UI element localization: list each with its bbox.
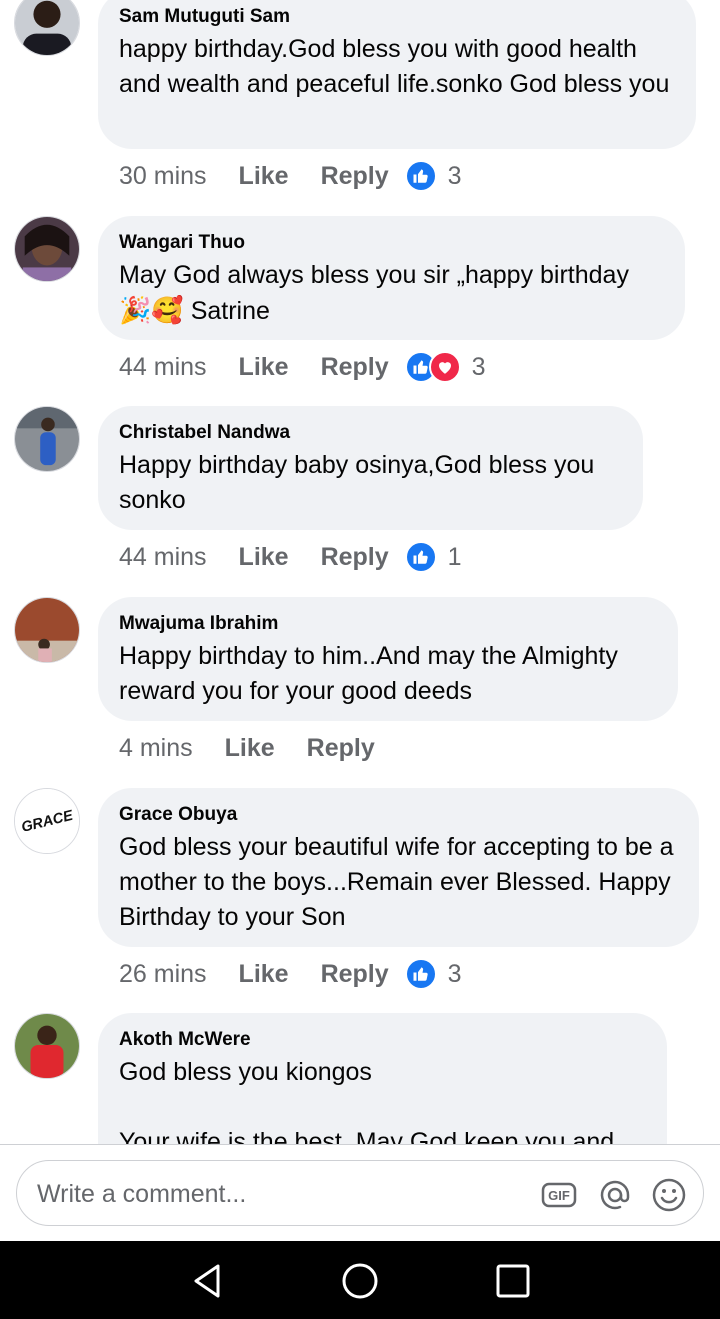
comment-input[interactable] xyxy=(35,1173,509,1215)
like-icon xyxy=(404,160,437,192)
comment-author[interactable]: Mwajuma Ibrahim xyxy=(119,613,656,635)
reactions-summary[interactable]: 1 xyxy=(404,541,462,573)
party-emoji: 🎉🥰 xyxy=(119,295,184,325)
comment-text: May God always bless you sir „happy birt… xyxy=(119,258,663,329)
comment-text: Happy birthday to him..And may the Almig… xyxy=(119,642,625,705)
reactions-summary[interactable]: 3 xyxy=(404,958,462,990)
comment-bubble[interactable]: Wangari Thuo May God always bless you si… xyxy=(98,216,685,340)
comment-bubble[interactable]: Christabel Nandwa Happy birthday baby os… xyxy=(98,406,643,530)
avatar[interactable] xyxy=(14,597,80,663)
recents-icon[interactable] xyxy=(493,1261,533,1301)
like-button[interactable]: Like xyxy=(225,734,275,763)
comment-bubble[interactable]: Grace Obuya God bless your beautiful wif… xyxy=(98,788,699,947)
like-icon xyxy=(404,541,437,573)
comment-author[interactable]: Akoth McWere xyxy=(119,1029,645,1051)
comment-actions: 30 mins Like Reply 3 xyxy=(119,159,462,193)
reactions-summary[interactable]: 3 xyxy=(404,351,486,383)
gif-icon[interactable]: GIF xyxy=(541,1177,577,1213)
reaction-count: 3 xyxy=(447,161,462,190)
comment-text: God bless your beautiful wife for accept… xyxy=(119,833,681,931)
like-button[interactable]: Like xyxy=(239,353,289,382)
comment-composer-bar: GIF xyxy=(0,1144,720,1241)
comment-text-tail: Satrine xyxy=(183,297,270,325)
comment-actions: 4 mins Like Reply xyxy=(119,731,407,765)
like-button[interactable]: Like xyxy=(239,162,289,191)
comment-time[interactable]: 4 mins xyxy=(119,734,193,763)
comment-bubble[interactable]: Mwajuma Ibrahim Happy birthday to him..A… xyxy=(98,597,678,721)
comment-author[interactable]: Christabel Nandwa xyxy=(119,422,621,444)
comment-composer[interactable]: GIF xyxy=(16,1160,704,1226)
like-button[interactable]: Like xyxy=(239,960,289,989)
reaction-count: 3 xyxy=(471,352,486,381)
avatar[interactable] xyxy=(14,406,80,472)
reaction-count: 1 xyxy=(447,542,462,571)
reply-button[interactable]: Reply xyxy=(321,162,389,191)
comment-time[interactable]: 44 mins xyxy=(119,353,207,382)
comment-author[interactable]: Sam Mutuguti Sam xyxy=(119,6,674,28)
svg-text:GIF: GIF xyxy=(548,1188,570,1203)
like-icon xyxy=(404,958,437,990)
comment-text: Happy birthday baby osinya,God bless you… xyxy=(119,451,602,514)
back-icon[interactable] xyxy=(188,1261,228,1301)
comments-list: Sam Mutuguti Sam happy birthday.God bles… xyxy=(0,0,720,1144)
comment-actions: 44 mins Like Reply 3 xyxy=(119,350,486,384)
emoji-icon[interactable] xyxy=(651,1177,687,1213)
reply-button[interactable]: Reply xyxy=(307,734,375,763)
avatar[interactable] xyxy=(14,0,80,56)
comment-actions: 26 mins Like Reply 3 xyxy=(119,957,462,991)
reply-button[interactable]: Reply xyxy=(321,960,389,989)
comment-text: happy birthday.God bless you with good h… xyxy=(119,35,670,98)
love-icon xyxy=(428,351,461,383)
system-nav-bar xyxy=(0,1241,720,1319)
comment-actions: 44 mins Like Reply 1 xyxy=(119,540,462,574)
comment-text: God bless you kiongos Your wife is the b… xyxy=(119,1058,615,1144)
comment-author[interactable]: Wangari Thuo xyxy=(119,232,663,254)
avatar[interactable] xyxy=(14,1013,80,1079)
comment-text-line: May God always bless you sir „happy birt… xyxy=(119,261,629,289)
avatar[interactable] xyxy=(14,216,80,282)
comment-bubble[interactable]: Akoth McWere God bless you kiongos Your … xyxy=(98,1013,667,1144)
home-icon[interactable] xyxy=(340,1261,380,1301)
reply-button[interactable]: Reply xyxy=(321,543,389,572)
comment-author[interactable]: Grace Obuya xyxy=(119,804,677,826)
comment-time[interactable]: 26 mins xyxy=(119,960,207,989)
reactions-summary[interactable]: 3 xyxy=(404,160,462,192)
comment-bubble[interactable]: Sam Mutuguti Sam happy birthday.God bles… xyxy=(98,0,696,149)
mention-icon[interactable] xyxy=(597,1177,633,1213)
reply-button[interactable]: Reply xyxy=(321,353,389,382)
avatar[interactable]: GRACE xyxy=(14,788,80,854)
like-button[interactable]: Like xyxy=(239,543,289,572)
comment-time[interactable]: 30 mins xyxy=(119,162,207,191)
comment-time[interactable]: 44 mins xyxy=(119,543,207,572)
reaction-count: 3 xyxy=(447,959,462,988)
